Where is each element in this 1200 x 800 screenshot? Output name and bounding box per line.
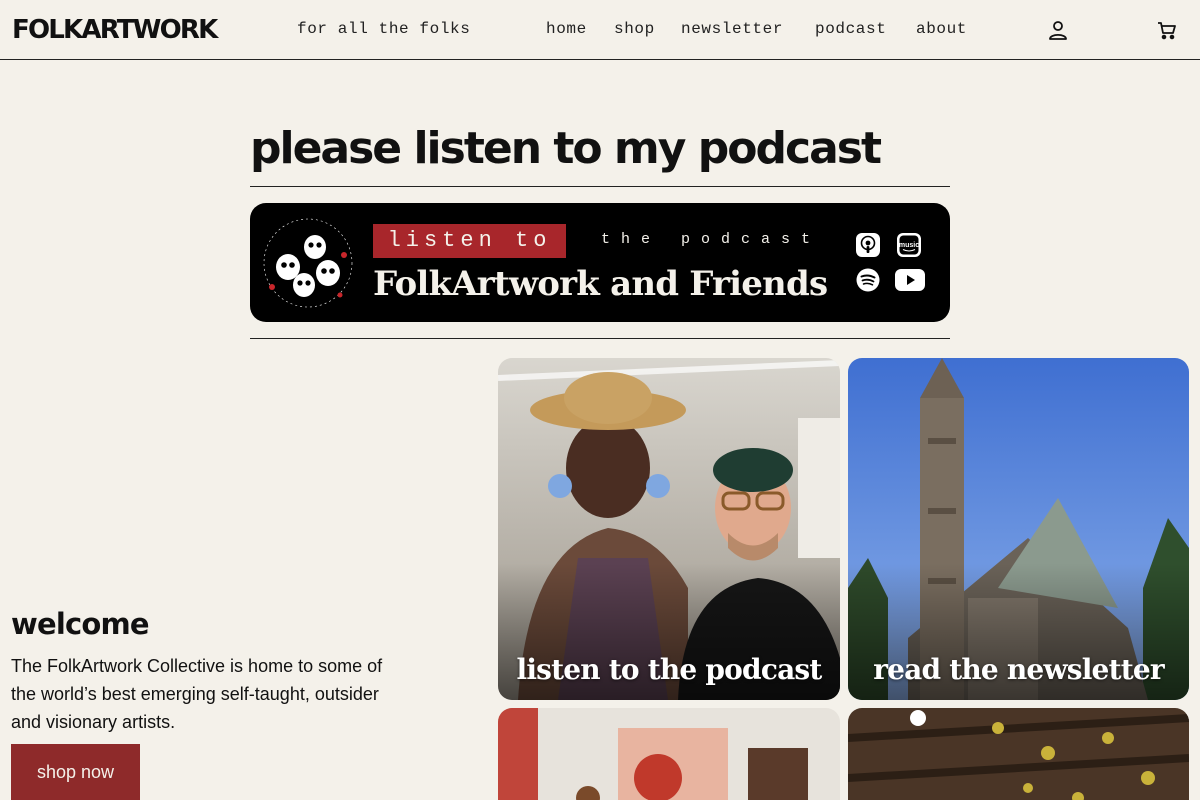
site-tagline: for all the folks [297, 20, 471, 38]
nav-shop[interactable]: shop [614, 20, 655, 38]
divider-bottom [250, 338, 950, 339]
tile-newsletter-label: read the newsletter [873, 653, 1164, 686]
nav-home[interactable]: home [546, 20, 587, 38]
spotify-icon[interactable] [855, 267, 881, 293]
welcome-text: The FolkArtwork Collective is home to so… [11, 656, 383, 732]
nav-newsletter[interactable]: newsletter [681, 20, 783, 38]
youtube-icon[interactable] [894, 267, 926, 293]
tile-gallery[interactable] [498, 708, 840, 800]
banner-title: FolkArtwork and Friends [373, 264, 828, 304]
site-logo[interactable]: FOLKARTWORK [12, 14, 218, 46]
tile-podcast[interactable]: listen to the podcast [498, 358, 840, 700]
podcast-banner[interactable]: listen to the podcast FolkArtwork and Fr… [250, 203, 950, 322]
nav-about[interactable]: about [916, 20, 967, 38]
tile-podcast-label: listen to the podcast [516, 653, 822, 686]
apple-podcasts-icon[interactable] [855, 232, 881, 258]
page-title: please listen to my podcast [250, 123, 882, 174]
podcast-photo [498, 358, 840, 700]
venue-photo [848, 708, 1189, 800]
amazon-music-icon[interactable]: music [896, 232, 922, 258]
gallery-photo [498, 708, 840, 800]
tile-newsletter[interactable]: read the newsletter [848, 358, 1189, 700]
welcome-title: welcome [11, 607, 150, 641]
user-icon[interactable] [1046, 18, 1070, 42]
banner-badge: listen to [373, 224, 566, 258]
banner-subtitle: the podcast [601, 231, 822, 248]
amazon-music-label: music [899, 242, 919, 249]
tile-venue[interactable] [848, 708, 1189, 800]
site-header: FOLKARTWORK for all the folks home shop … [0, 0, 1200, 60]
divider-top [250, 186, 950, 187]
newsletter-photo [848, 358, 1189, 700]
cart-icon[interactable] [1155, 18, 1179, 42]
nav-podcast[interactable]: podcast [815, 20, 886, 38]
skull-logo-icon [260, 215, 356, 311]
shop-now-button[interactable]: shop now [11, 744, 140, 800]
